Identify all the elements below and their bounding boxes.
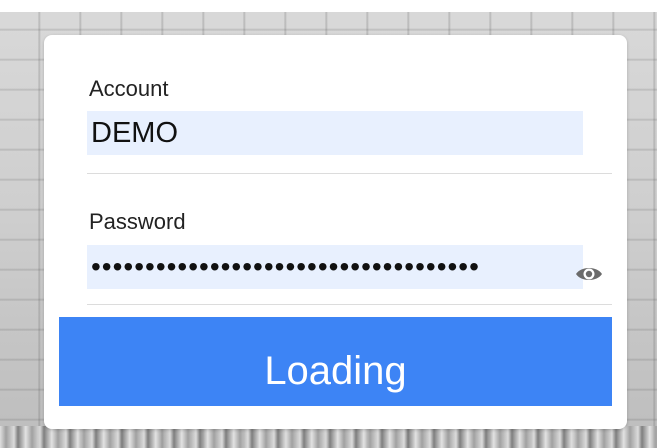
password-input[interactable]: •••••••••••••••••••••••••••••••••••• (87, 245, 583, 289)
login-button[interactable]: Loading (59, 317, 612, 406)
eye-icon[interactable] (574, 263, 604, 285)
password-label: Password (89, 209, 186, 234)
login-card: Account DEMO Password ••••••••••••••••••… (44, 35, 627, 429)
background-bottom-strip (0, 426, 657, 448)
background-top-strip (0, 0, 657, 12)
account-label: Account (89, 76, 169, 101)
password-divider (87, 304, 612, 305)
account-input[interactable]: DEMO (87, 111, 583, 155)
account-divider (87, 173, 612, 174)
